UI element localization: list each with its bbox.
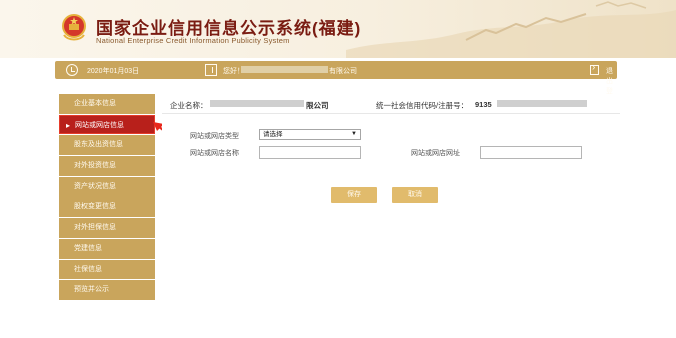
region-label: (福建): [312, 19, 362, 38]
site-header: 国家企业信用信息公示系统(福建) National Enterprise Cre…: [0, 0, 676, 58]
info-bar: 2020年01月03日 您好！ 有限公司 退出登录: [55, 61, 617, 105]
system-subtitle: National Enterprise Credit Information P…: [96, 36, 290, 45]
company-name-suffix: 限公司: [306, 101, 329, 110]
current-date: 2020年01月03日: [87, 68, 140, 75]
site-type-selected-value: 请选择: [263, 131, 283, 138]
site-type-label: 网站或网店类型: [190, 133, 239, 140]
redacted-company-name: [241, 66, 328, 73]
sidebar-item-equity-change[interactable]: 股权变更信息: [59, 197, 155, 218]
clock-icon: [66, 64, 78, 76]
sidebar-item-shareholder-info[interactable]: 股东及出资信息: [59, 135, 155, 156]
credit-code-label: 统一社会信用代码/注册号：: [376, 101, 469, 110]
site-name-input[interactable]: [259, 146, 361, 159]
sidebar-item-website-info[interactable]: 网站或网店信息: [59, 114, 155, 135]
caret-down-icon: ▼: [351, 131, 357, 137]
sidebar-item-party-info[interactable]: 党建信息: [59, 238, 155, 259]
logout-icon[interactable]: [590, 62, 599, 75]
main-panel: 企业名称： 限公司 统一社会信用代码/注册号： 9135 网站或网店类型 请选择…: [162, 94, 620, 322]
sidebar-item-guarantee-info[interactable]: 对外担保信息: [59, 218, 155, 238]
sidebar-item-investment-info[interactable]: 对外投资信息: [59, 156, 155, 176]
site-url-label: 网站或网店网址: [411, 150, 460, 157]
redacted-company-name-block: [210, 100, 304, 107]
sidebar-menu: 企业基本信息 网站或网店信息 股东及出资信息 对外投资信息 资产状况信息 股权变…: [59, 94, 155, 301]
credit-code-value: 9135: [475, 100, 492, 109]
save-button[interactable]: 保存: [331, 187, 377, 203]
national-emblem-icon: [62, 14, 86, 41]
site-url-input[interactable]: [480, 146, 582, 159]
company-name-label: 企业名称：: [170, 101, 208, 110]
company-suffix: 有限公司: [329, 68, 357, 75]
user-card-icon: [205, 64, 217, 76]
company-info-row: 企业名称： 限公司 统一社会信用代码/注册号： 9135: [162, 94, 620, 114]
sidebar-item-social-security[interactable]: 社保信息: [59, 259, 155, 280]
redacted-credit-code-block: [497, 100, 587, 107]
great-wall-decoration: [346, 1, 676, 58]
page: 国家企业信用信息公示系统(福建) National Enterprise Cre…: [0, 0, 676, 338]
sidebar-item-asset-info[interactable]: 资产状况信息: [59, 176, 155, 197]
cancel-button[interactable]: 取消: [392, 187, 438, 203]
sidebar-item-preview-publish[interactable]: 预览并公示: [59, 280, 155, 300]
sidebar-item-basic-info[interactable]: 企业基本信息: [59, 94, 155, 114]
site-type-select[interactable]: 请选择 ▼: [259, 129, 361, 140]
site-name-label: 网站或网店名称: [190, 150, 239, 157]
